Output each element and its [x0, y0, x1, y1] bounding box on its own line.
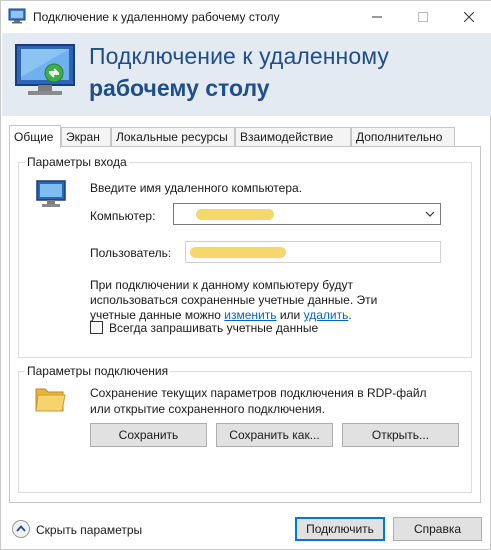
- maximize-button[interactable]: [400, 1, 446, 33]
- credentials-info-line2: использоваться сохраненные учетные данны…: [90, 293, 378, 307]
- credentials-info-prefix: учетные данные можно: [90, 308, 225, 322]
- close-button[interactable]: [446, 1, 491, 33]
- collapse-options-icon[interactable]: [11, 519, 31, 539]
- credentials-info-line1: При подключении к данному компьютеру буд…: [90, 278, 353, 292]
- minimize-icon: [372, 16, 382, 18]
- credentials-info-suffix: .: [348, 308, 352, 322]
- rdp-window: Подключение к удаленному рабочему столу …: [0, 0, 491, 550]
- open-button[interactable]: Открыть...: [342, 423, 459, 447]
- user-label: Пользователь:: [90, 246, 172, 260]
- always-ask-checkbox[interactable]: [90, 321, 103, 334]
- logon-group-title: Параметры входа: [25, 155, 129, 169]
- header-banner: Подключение к удаленному рабочему столу: [2, 33, 491, 116]
- user-field[interactable]: [185, 241, 441, 263]
- credentials-info-line3: учетные данные можно изменить или удалит…: [90, 308, 352, 322]
- close-icon: [464, 12, 474, 22]
- always-ask-label[interactable]: Всегда запрашивать учетные данные: [109, 321, 318, 335]
- remote-desktop-logo-icon: [15, 44, 75, 95]
- connection-group-title: Параметры подключения: [25, 364, 171, 378]
- computer-label: Компьютер:: [90, 209, 156, 223]
- logon-prompt: Введите имя удаленного компьютера.: [90, 181, 303, 195]
- tab-general[interactable]: Общие: [9, 125, 61, 148]
- tab-local-resources[interactable]: Локальные ресурсы: [111, 127, 235, 147]
- banner-title-line1: Подключение к удаленному: [89, 43, 390, 69]
- tab-display[interactable]: Экран: [61, 127, 111, 147]
- tab-experience[interactable]: Взаимодействие: [235, 127, 351, 147]
- computer-icon: [36, 180, 66, 207]
- delete-credentials-link[interactable]: удалить: [304, 308, 349, 322]
- tab-advanced[interactable]: Дополнительно: [351, 127, 455, 147]
- save-button[interactable]: Сохранить: [90, 423, 207, 447]
- connect-button[interactable]: Подключить: [295, 517, 385, 541]
- help-button[interactable]: Справка: [393, 517, 482, 541]
- remote-desktop-icon: [8, 8, 26, 24]
- change-credentials-link[interactable]: изменить: [224, 308, 276, 322]
- maximize-icon: [418, 12, 428, 22]
- connection-desc-line1: Сохранение текущих параметров подключени…: [90, 386, 427, 400]
- minimize-button[interactable]: [354, 1, 400, 33]
- computer-value-redacted: [196, 209, 274, 220]
- folder-icon: [35, 388, 66, 412]
- window-title: Подключение к удаленному рабочему столу: [33, 10, 280, 24]
- user-value-redacted: [190, 247, 286, 258]
- title-bar[interactable]: Подключение к удаленному рабочему столу: [1, 1, 491, 33]
- computer-combobox[interactable]: [173, 203, 441, 225]
- hide-options-label[interactable]: Скрыть параметры: [36, 523, 142, 537]
- save-as-button[interactable]: Сохранить как...: [216, 423, 333, 447]
- banner-title-line2: рабочему столу: [89, 75, 270, 101]
- credentials-info-mid: или: [276, 308, 304, 322]
- connection-desc-line2: или открытие сохраненного подключения.: [90, 402, 325, 416]
- chevron-down-icon[interactable]: [424, 208, 436, 220]
